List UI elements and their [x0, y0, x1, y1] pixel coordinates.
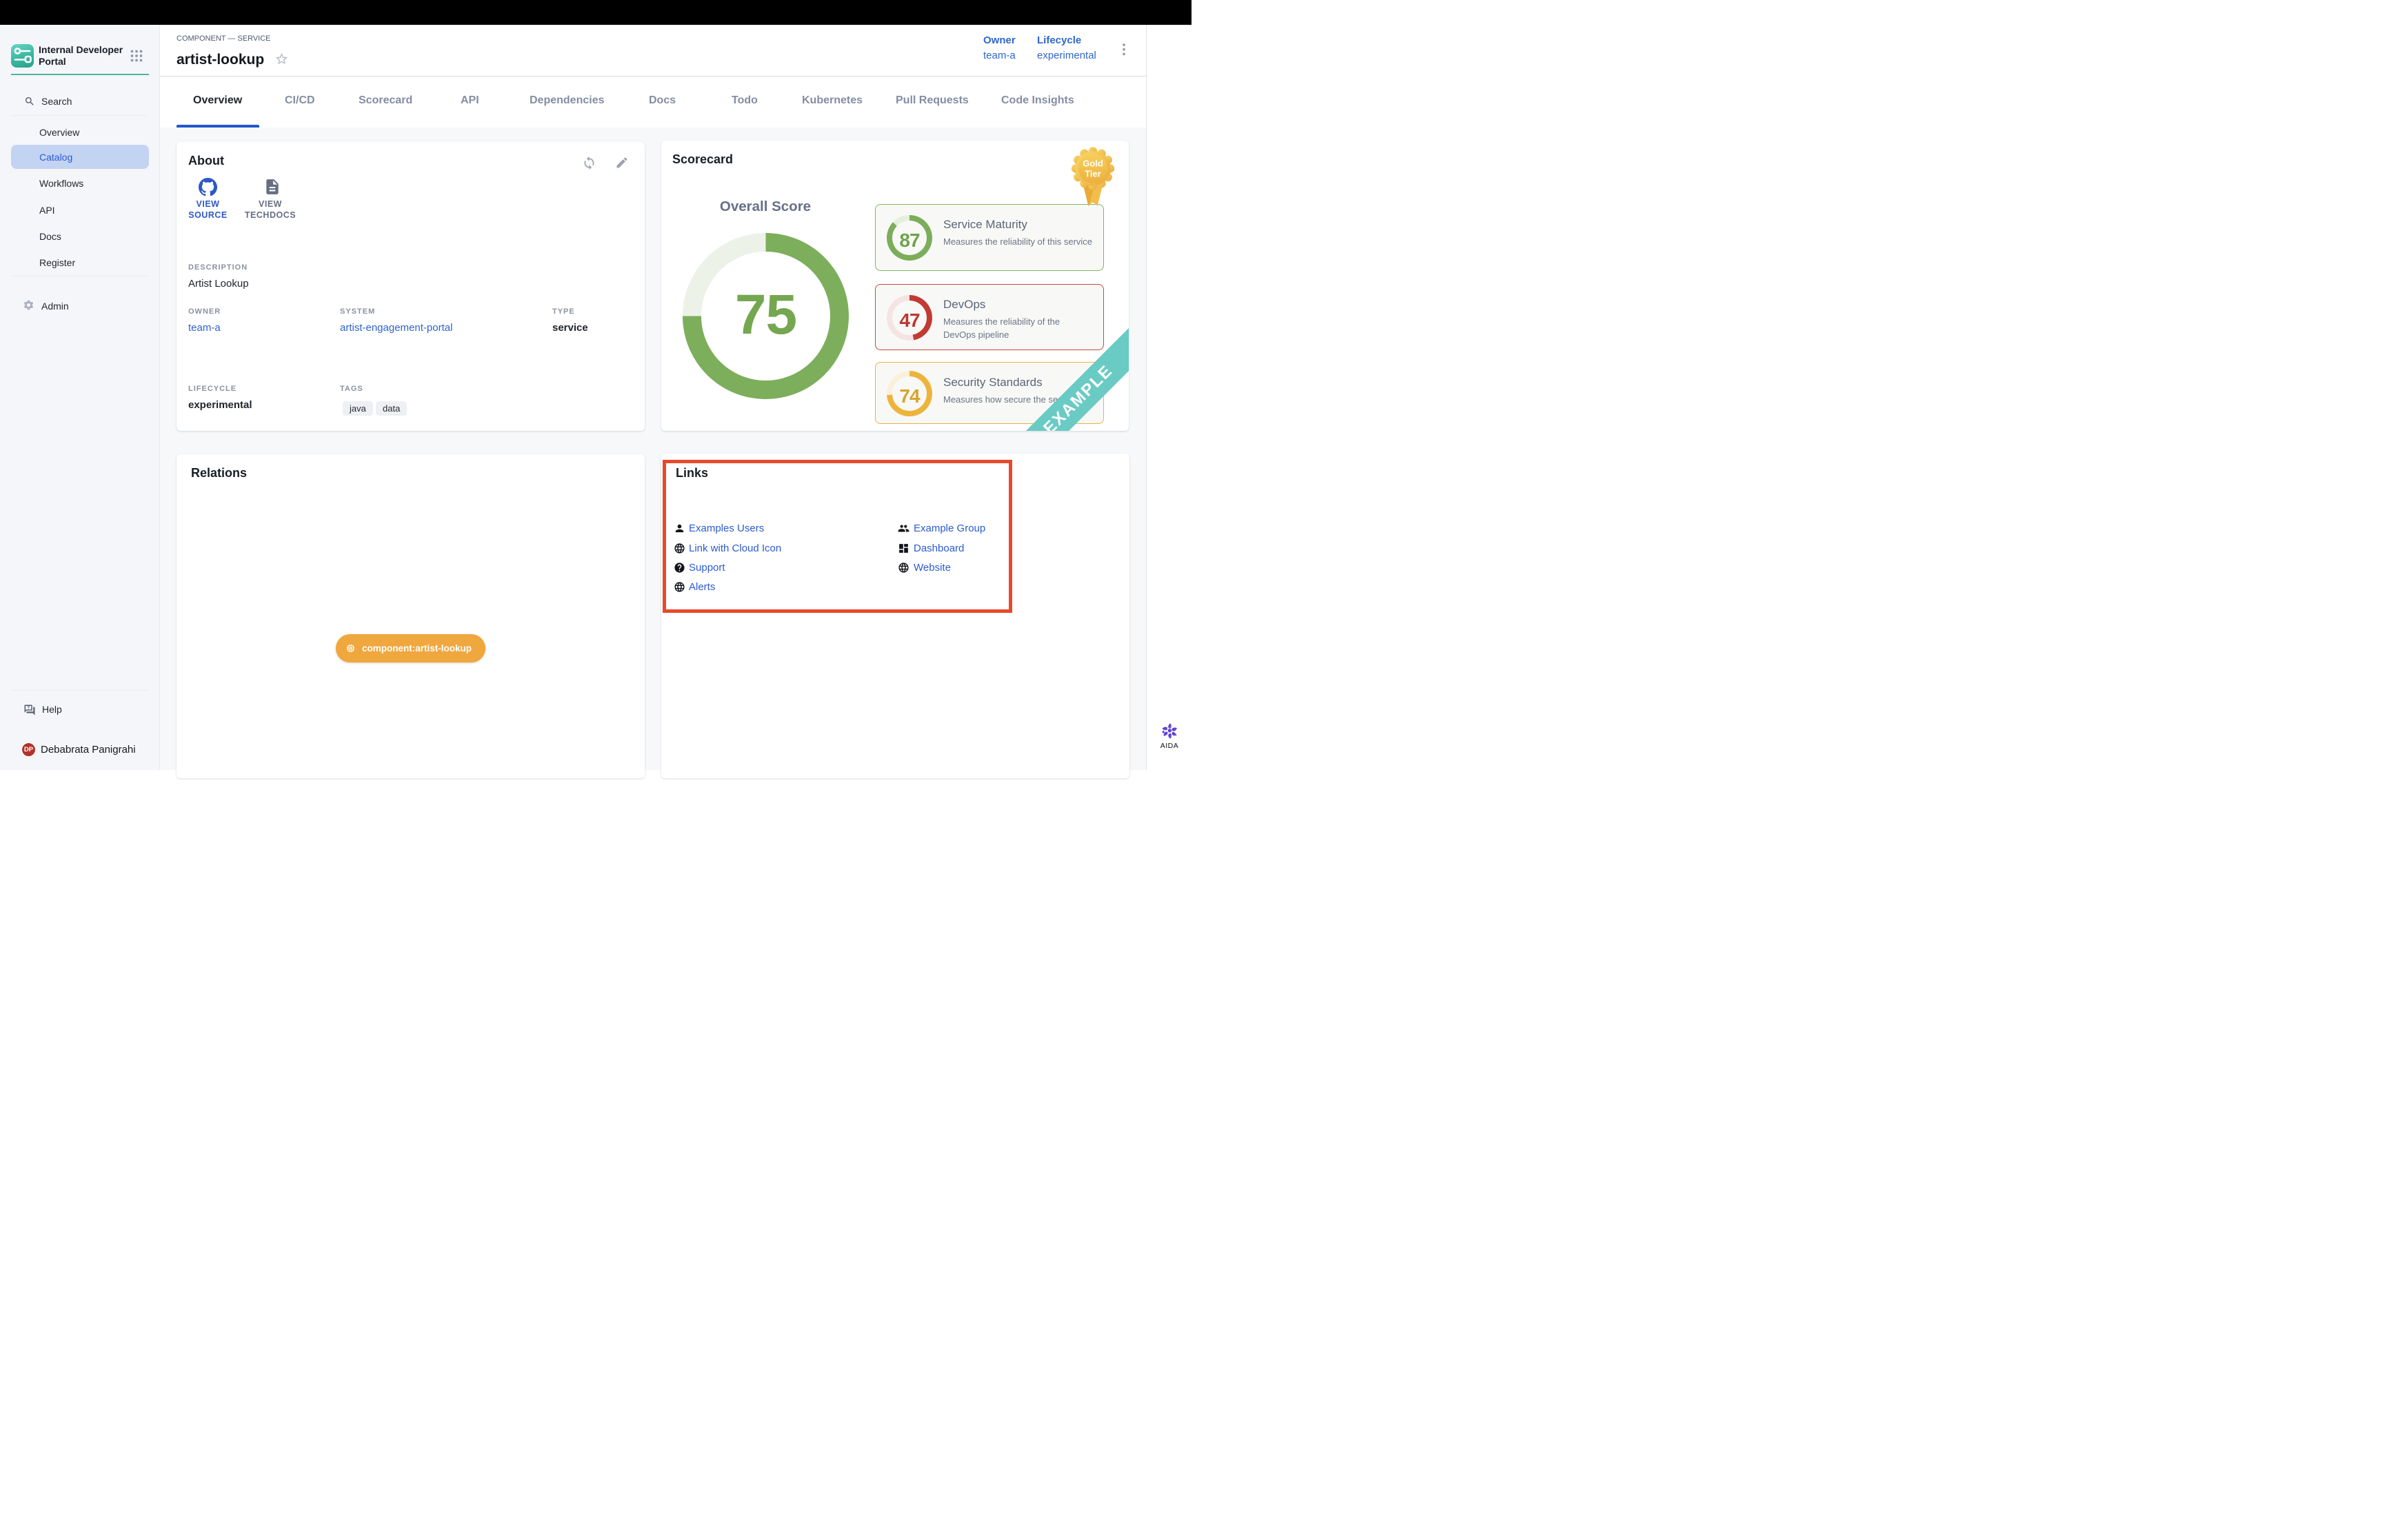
svg-text:?: ? [27, 706, 30, 711]
svg-text:Tier: Tier [1085, 168, 1101, 179]
svg-text:Gold: Gold [1083, 159, 1103, 169]
